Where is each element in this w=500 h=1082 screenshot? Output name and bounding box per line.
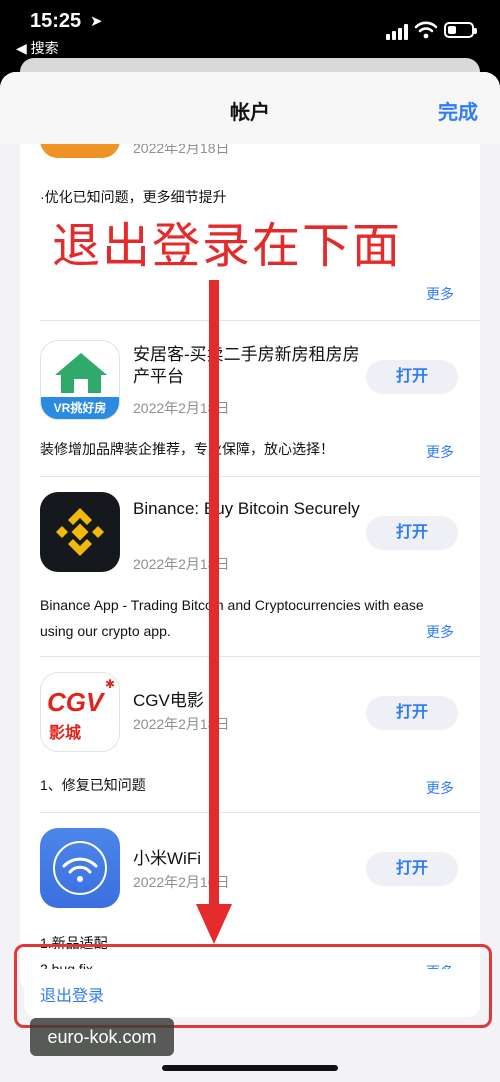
down-arrow-annotation [196, 280, 232, 944]
watermark: euro-kok.com [30, 1018, 174, 1056]
home-indicator [162, 1065, 338, 1071]
